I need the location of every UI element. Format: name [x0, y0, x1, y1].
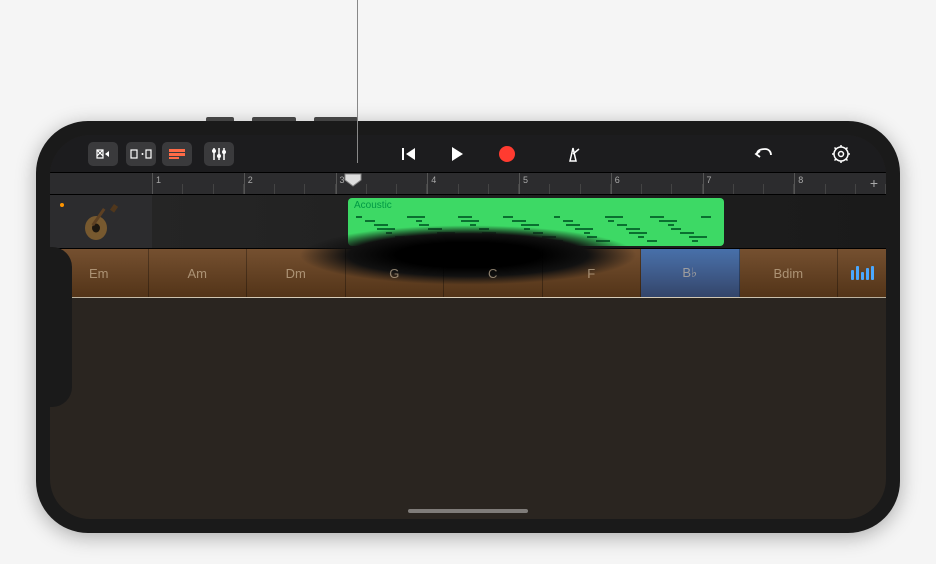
- guitar-string[interactable]: [50, 297, 886, 298]
- ruler-bar[interactable]: 5: [519, 173, 611, 194]
- metronome-button[interactable]: [558, 142, 588, 166]
- callout-line: [357, 0, 358, 163]
- autoplay-button[interactable]: [838, 249, 886, 297]
- record-button[interactable]: [492, 142, 522, 166]
- autoplay-icon: [851, 266, 874, 280]
- chord-label: C: [488, 266, 497, 281]
- notch: [50, 247, 72, 407]
- chord-label: Dm: [286, 266, 306, 281]
- chord-button[interactable]: B♭: [641, 249, 740, 297]
- chord-button[interactable]: G: [346, 249, 445, 297]
- chord-button[interactable]: C: [444, 249, 543, 297]
- chord-strip: Em Am Dm G C F B♭ Bdim: [50, 249, 886, 297]
- chord-label: B♭: [682, 265, 697, 281]
- ruler-bar[interactable]: 4: [427, 173, 519, 194]
- chord-button[interactable]: Am: [149, 249, 248, 297]
- ruler-bar-number: 8: [798, 175, 803, 185]
- ruler-bar-number: 5: [523, 175, 528, 185]
- play-button[interactable]: [442, 142, 472, 166]
- ruler-bar[interactable]: 2: [244, 173, 336, 194]
- record-icon: [499, 146, 515, 162]
- hardware-buttons: [206, 117, 358, 121]
- ruler-bar[interactable]: 8: [794, 173, 886, 194]
- chord-label: G: [389, 266, 399, 281]
- home-indicator[interactable]: [408, 509, 528, 513]
- go-to-beginning-button[interactable]: [394, 142, 424, 166]
- fretboard: Em Am Dm G C F B♭ Bdim: [50, 249, 886, 297]
- track-header[interactable]: [50, 195, 152, 248]
- chord-button[interactable]: F: [543, 249, 642, 297]
- view-button[interactable]: [126, 142, 156, 166]
- chord-button[interactable]: Bdim: [740, 249, 839, 297]
- toolbar: [50, 135, 886, 173]
- chord-label: Em: [89, 266, 109, 281]
- ruler-bar-number: 4: [431, 175, 436, 185]
- screen: + 12345678 Acoustic: [50, 135, 886, 519]
- ruler-bar-number: 1: [156, 175, 161, 185]
- settings-button[interactable]: [826, 142, 856, 166]
- chord-label: Am: [188, 266, 208, 281]
- region-label: Acoustic: [354, 200, 392, 211]
- ruler-bar-number: 2: [248, 175, 253, 185]
- chord-button[interactable]: Dm: [247, 249, 346, 297]
- track-armed-indicator: [60, 203, 64, 207]
- undo-button[interactable]: [748, 142, 778, 166]
- ruler-bar[interactable]: 1: [152, 173, 244, 194]
- playhead[interactable]: [344, 173, 362, 187]
- ruler[interactable]: + 12345678: [50, 173, 886, 195]
- mixer-button[interactable]: [204, 142, 234, 166]
- guitar-icon: [81, 202, 121, 242]
- ruler-bar[interactable]: 6: [611, 173, 703, 194]
- browser-button[interactable]: [88, 142, 118, 166]
- tracks-button[interactable]: [162, 142, 192, 166]
- chord-label: Bdim: [773, 266, 803, 281]
- phone-frame: + 12345678 Acoustic: [36, 121, 900, 533]
- ruler-bar-number: 7: [707, 175, 712, 185]
- ruler-bar[interactable]: 7: [703, 173, 795, 194]
- ruler-bar-number: 6: [615, 175, 620, 185]
- chord-label: F: [587, 266, 595, 281]
